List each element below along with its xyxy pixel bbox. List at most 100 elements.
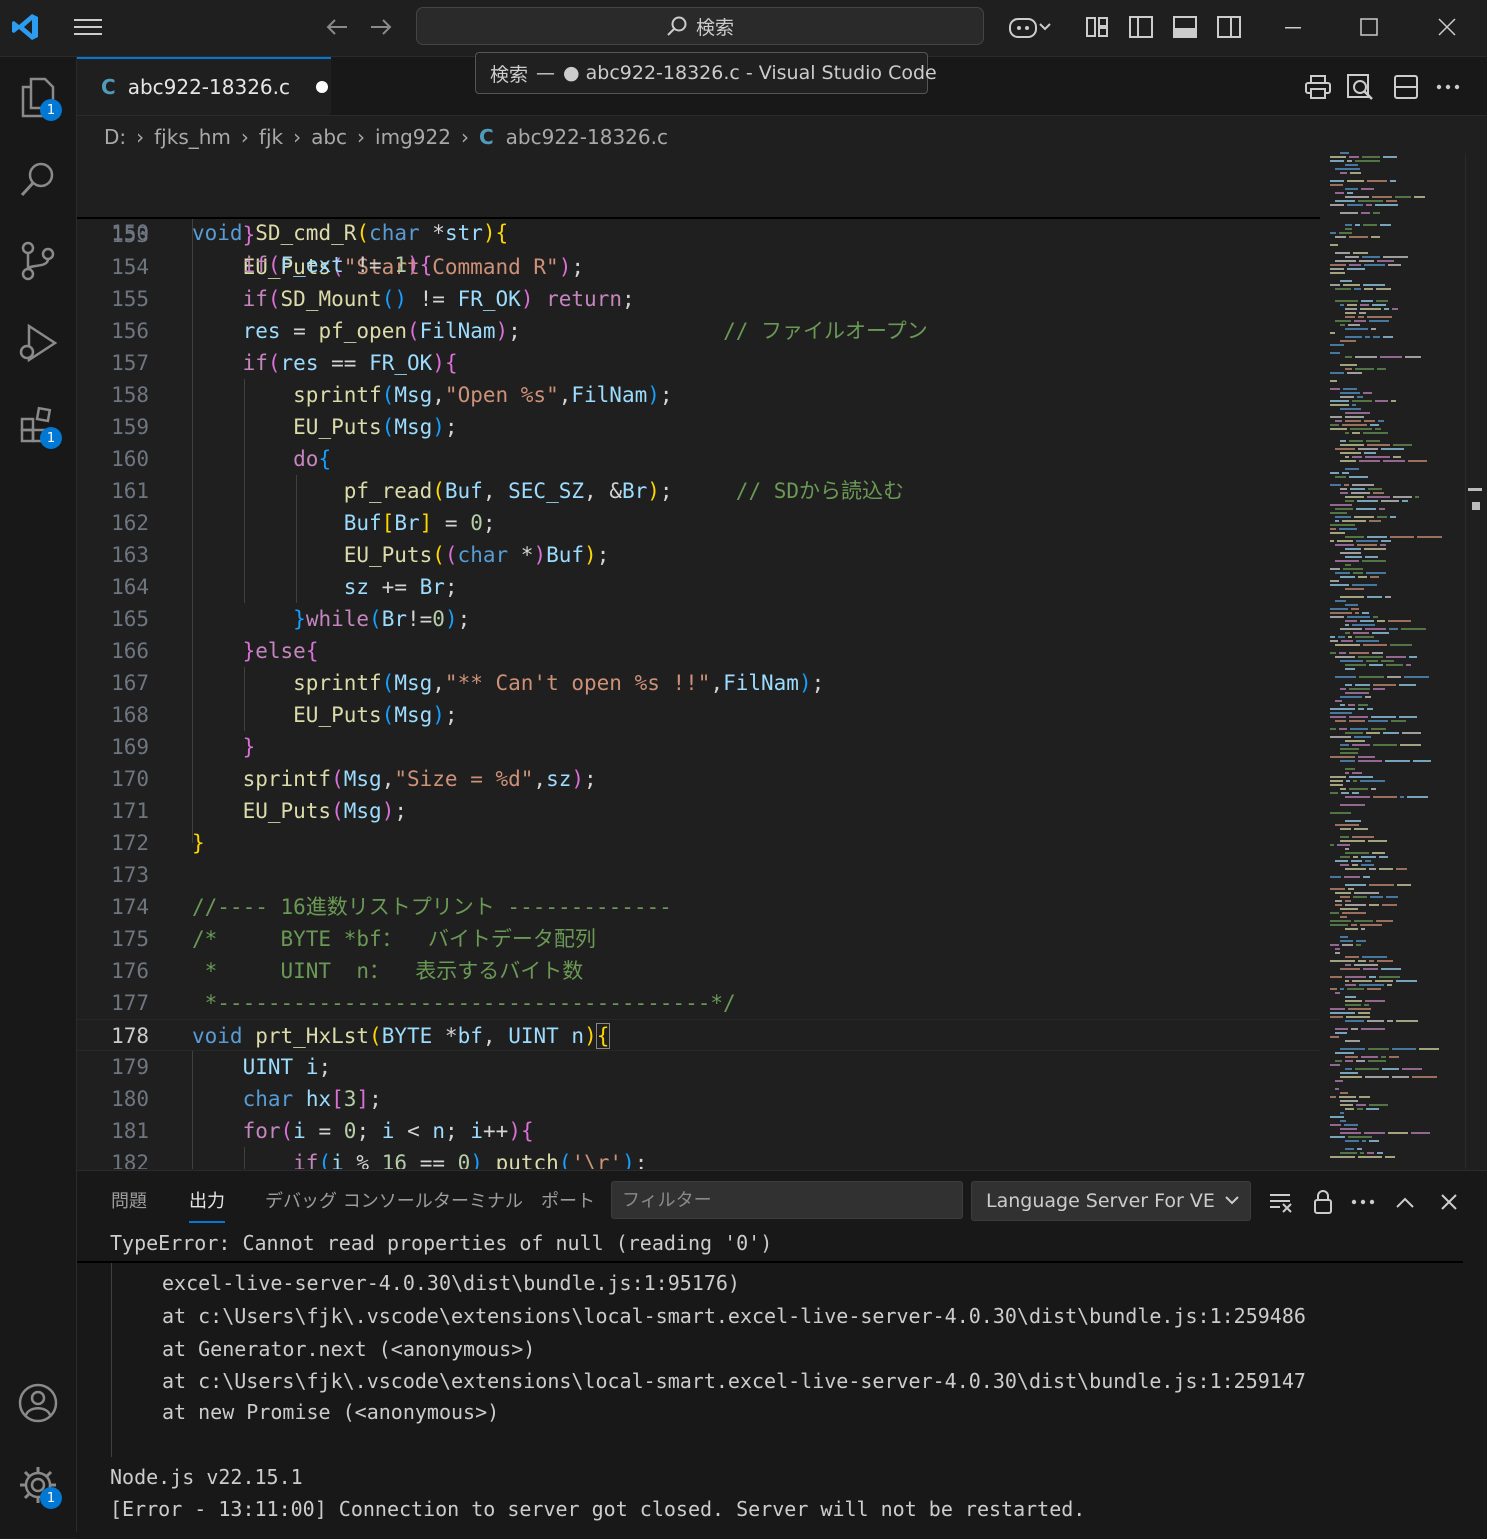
chevron-right-icon: ›: [136, 125, 145, 149]
breadcrumb-item[interactable]: abc922-18326.c: [506, 125, 668, 149]
window-minimize-icon[interactable]: [1276, 12, 1310, 42]
code-line[interactable]: 177 *-----------------------------------…: [77, 987, 1320, 1019]
breadcrumb-item[interactable]: abc: [311, 125, 347, 149]
extensions-icon[interactable]: 1: [12, 399, 64, 451]
print-icon[interactable]: [1301, 71, 1335, 103]
split-editor-icon[interactable]: [1389, 71, 1423, 103]
code-line[interactable]: 157 if(res == FR_OK){: [77, 347, 1320, 379]
minimap-stroke: [1343, 568, 1363, 570]
minimap-stroke: [1349, 716, 1368, 718]
maximize-panel-icon[interactable]: [1389, 1187, 1421, 1217]
minimap-stroke: [1345, 416, 1364, 418]
code-line[interactable]: 170 sprintf(Msg,"Size = %d",sz);: [77, 763, 1320, 795]
explorer-icon[interactable]: 1: [12, 71, 64, 123]
command-center-search[interactable]: 検索: [416, 7, 984, 45]
code-line[interactable]: 180 char hx[3];: [77, 1083, 1320, 1115]
code-line[interactable]: 168 EU_Puts(Msg);: [77, 699, 1320, 731]
breadcrumb-item[interactable]: img922: [375, 125, 451, 149]
more-actions-icon[interactable]: [1431, 71, 1465, 103]
minimap-stroke: [1352, 864, 1358, 866]
sticky-line[interactable]: 145 void SD_cmd_R(char *str){: [77, 153, 1320, 245]
code-line[interactable]: 160 do{: [77, 443, 1320, 475]
toggle-secondary-sidebar-icon[interactable]: [1212, 12, 1246, 42]
code-line[interactable]: 162 Buf[Br] = 0;: [77, 507, 1320, 539]
lock-scroll-icon[interactable]: [1307, 1187, 1339, 1217]
code-line[interactable]: 159 EU_Puts(Msg);: [77, 411, 1320, 443]
code-line[interactable]: 165 }while(Br!=0);: [77, 603, 1320, 635]
code-line[interactable]: 175 /* BYTE *bf： バイトデータ配列: [77, 923, 1320, 955]
code-line[interactable]: 171 EU_Puts(Msg);: [77, 795, 1320, 827]
code-line[interactable]: 182 if(i % 16 == 0) putch('\r');: [77, 1147, 1320, 1169]
arrow-right-icon[interactable]: [366, 12, 396, 42]
minimap-stroke: [1360, 780, 1385, 782]
code-line[interactable]: 166 }else{: [77, 635, 1320, 667]
line-number: 179: [111, 1055, 149, 1079]
account-icon[interactable]: [12, 1377, 64, 1429]
line-number: 156: [111, 319, 149, 343]
minimap[interactable]: [1326, 150, 1461, 1169]
minimap-stroke: [1367, 988, 1381, 990]
preview-search-icon[interactable]: [1343, 71, 1377, 103]
more-actions-icon[interactable]: [1347, 1187, 1379, 1217]
code-line[interactable]: 155 if(SD_Mount() != FR_OK) return;: [77, 283, 1320, 315]
minimap-stroke: [1349, 688, 1370, 690]
code-line[interactable]: 161 pf_read(Buf, SEC_SZ, &Br); // SDから読込…: [77, 475, 1320, 507]
clear-output-icon[interactable]: [1265, 1187, 1297, 1217]
minimap-stroke: [1330, 792, 1338, 794]
code-editor[interactable]: 145 void SD_cmd_R(char *str){ 150 if(F_e…: [77, 153, 1320, 1169]
code-line[interactable]: 176 * UINT n： 表示するバイト数: [77, 955, 1320, 987]
minimap-stroke: [1330, 332, 1335, 334]
code-line-current[interactable]: 178 void prt_HxLst(BYTE *bf, UINT n){: [77, 1019, 1320, 1051]
code-line[interactable]: 172}: [77, 827, 1320, 859]
vertical-scrollbar[interactable]: [1465, 153, 1487, 1169]
unsaved-dot-icon[interactable]: [316, 81, 329, 93]
search-icon[interactable]: [12, 153, 64, 205]
output-scrollbar[interactable]: [1467, 1229, 1487, 1529]
customize-layout-icon[interactable]: [1080, 12, 1114, 42]
settings-gear-icon[interactable]: 1: [12, 1459, 64, 1511]
code-line[interactable]: 179 UINT i;: [77, 1051, 1320, 1083]
code-line[interactable]: 173: [77, 859, 1320, 891]
code-line[interactable]: 156 res = pf_open(FilNam); // ファイルオープン: [77, 315, 1320, 347]
code-line[interactable]: 181 for(i = 0; i < n; i++){: [77, 1115, 1320, 1147]
window-close-icon[interactable]: [1430, 12, 1464, 42]
code-line[interactable]: 169 }: [77, 731, 1320, 763]
editor-tab[interactable]: C abc922-18326.c: [77, 57, 331, 115]
breadcrumb-item[interactable]: fjk: [259, 125, 283, 149]
code-line[interactable]: 167 sprintf(Msg,"** Can't open %s !!",Fi…: [77, 667, 1320, 699]
panel-tab-debug-console[interactable]: デバッグ コンソール: [265, 1189, 433, 1221]
output-filter-input[interactable]: [611, 1181, 963, 1219]
minimap-stroke: [1345, 1040, 1360, 1042]
sticky-line[interactable]: 150 if(F_ext != 1){: [77, 185, 1320, 277]
minimap-stroke: [1335, 236, 1346, 238]
code-line[interactable]: 174 //---- 16進数リストプリント -------------: [77, 891, 1320, 923]
panel-tab-problems[interactable]: 問題: [111, 1189, 147, 1221]
output-channel-select[interactable]: Language Server For VE: [971, 1181, 1251, 1221]
window-maximize-icon[interactable]: [1352, 12, 1386, 42]
breadcrumb-item[interactable]: fjks_hm: [154, 125, 231, 149]
code-line[interactable]: 158 sprintf(Msg,"Open %s",FilNam);: [77, 379, 1320, 411]
source-control-icon[interactable]: [12, 235, 64, 287]
arrow-left-icon[interactable]: [322, 12, 352, 42]
breadcrumb-item[interactable]: D:: [104, 125, 126, 149]
minimap-stroke: [1392, 308, 1398, 310]
close-panel-icon[interactable]: [1433, 1187, 1465, 1217]
code-line[interactable]: 163 EU_Puts((char *)Buf);: [77, 539, 1320, 571]
minimap-stroke: [1365, 696, 1371, 698]
run-and-debug-icon[interactable]: [12, 317, 64, 369]
panel-tab-output[interactable]: 出力: [189, 1189, 225, 1223]
hamburger-menu-icon[interactable]: [70, 12, 106, 42]
output-view[interactable]: TypeError: Cannot read properties of nul…: [77, 1227, 1463, 1539]
code-line[interactable]: 164 sz += Br;: [77, 571, 1320, 603]
minimap-stroke: [1340, 988, 1344, 990]
minimap-stroke: [1345, 768, 1355, 770]
minimap-stroke: [1348, 636, 1352, 638]
toggle-panel-icon[interactable]: [1168, 12, 1202, 42]
minimap-stroke: [1393, 456, 1401, 458]
chevron-right-icon: ›: [357, 125, 366, 149]
panel-tab-ports[interactable]: ポート: [541, 1189, 595, 1221]
copilot-icon[interactable]: [1000, 10, 1060, 44]
string-literal: "Open %s": [444, 383, 559, 407]
toggle-primary-sidebar-icon[interactable]: [1124, 12, 1158, 42]
panel-tab-terminal[interactable]: ターミナル: [433, 1189, 523, 1221]
